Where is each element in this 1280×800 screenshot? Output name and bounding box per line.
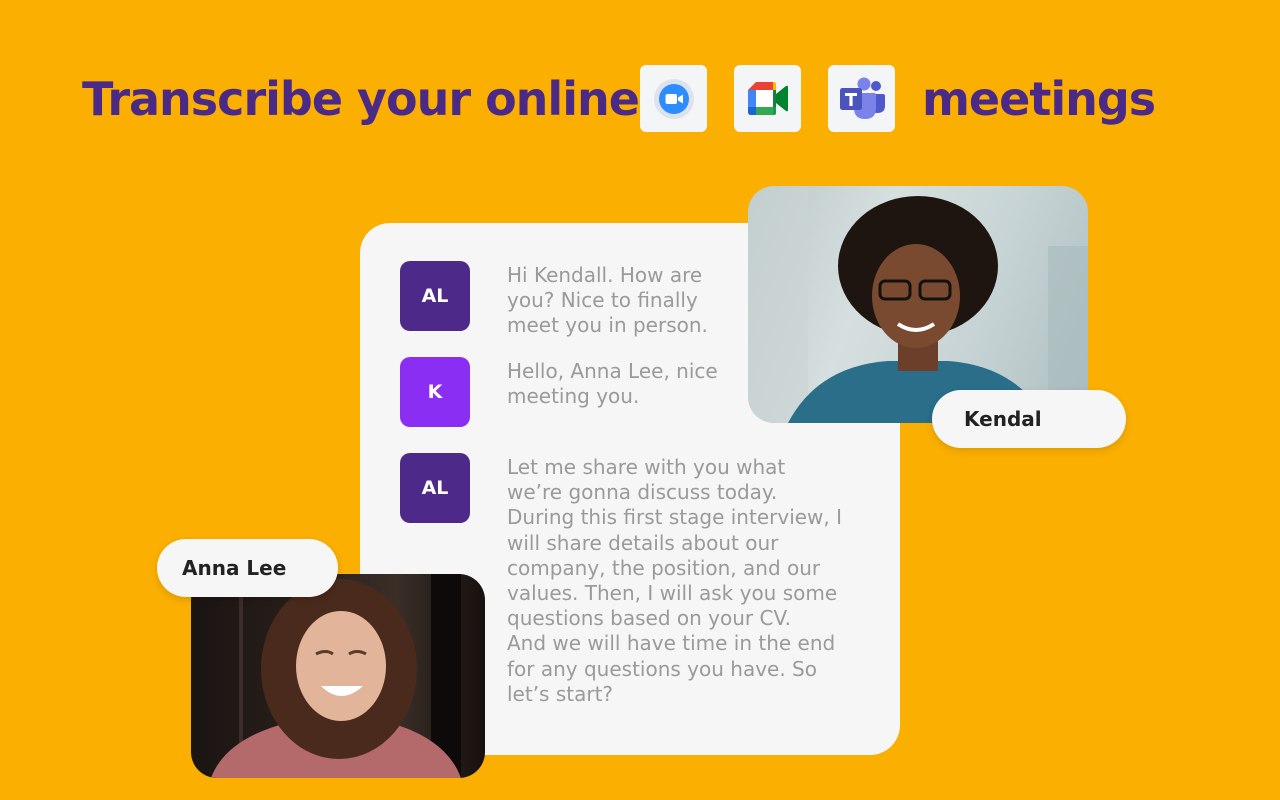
anna-lee-portrait (211, 574, 461, 778)
anna-lee-name-pill: Anna Lee (157, 539, 338, 597)
microsoft-teams-icon (839, 77, 885, 119)
google-meet-icon (747, 81, 788, 115)
kendal-video-feed (748, 186, 1088, 423)
participant-name: Kendal (964, 407, 1042, 431)
google-meet-app-tile[interactable] (734, 65, 801, 132)
anna-lee-video-feed (191, 574, 485, 778)
message-text: Let me share with you what we’re gonna d… (507, 455, 843, 706)
microsoft-teams-app-tile[interactable] (828, 65, 895, 132)
avatar: K (400, 357, 470, 427)
participant-name: Anna Lee (182, 556, 287, 580)
kendal-name-pill: Kendal (932, 390, 1126, 448)
headline-right: meetings (922, 72, 1156, 126)
message-text: Hello, Anna Lee, nice meeting you. (507, 359, 718, 409)
headline-left: Transcribe your online (82, 72, 640, 126)
kendal-portrait (748, 186, 1088, 423)
avatar: AL (400, 261, 470, 331)
avatar: AL (400, 453, 470, 523)
message-text: Hi Kendall. How are you? Nice to finally… (507, 263, 708, 338)
zoom-icon (653, 78, 694, 119)
zoom-app-tile[interactable] (640, 65, 707, 132)
page: Transcribe your online meetings AL Hi Ke… (0, 0, 1280, 800)
